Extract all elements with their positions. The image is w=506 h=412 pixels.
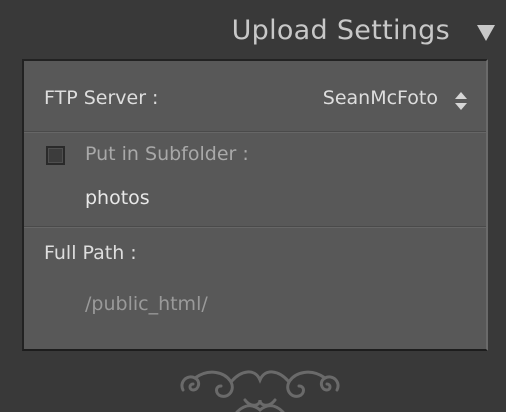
- divider: [24, 131, 486, 133]
- up-down-stepper-icon[interactable]: [454, 90, 468, 112]
- full-path-value: /public_html/: [85, 293, 208, 315]
- divider: [24, 226, 486, 228]
- upload-settings-panel: FTP Server : SeanMcFoto Put in Subfolder…: [22, 59, 488, 351]
- panel-title[interactable]: Upload Settings: [232, 15, 450, 46]
- panel-end-ornament-icon: [180, 370, 340, 412]
- ftp-server-select[interactable]: SeanMcFoto: [323, 87, 438, 109]
- upload-settings-window: Upload Settings FTP Server : SeanMcFoto …: [0, 0, 506, 412]
- full-path-label: Full Path :: [44, 242, 137, 264]
- subfolder-checkbox[interactable]: [46, 146, 65, 165]
- subfolder-label: Put in Subfolder :: [85, 143, 249, 165]
- triangle-down-icon[interactable]: [476, 24, 496, 42]
- subfolder-name-field[interactable]: photos: [85, 187, 150, 209]
- panel-header[interactable]: Upload Settings: [0, 0, 506, 60]
- ftp-server-label: FTP Server :: [44, 87, 159, 109]
